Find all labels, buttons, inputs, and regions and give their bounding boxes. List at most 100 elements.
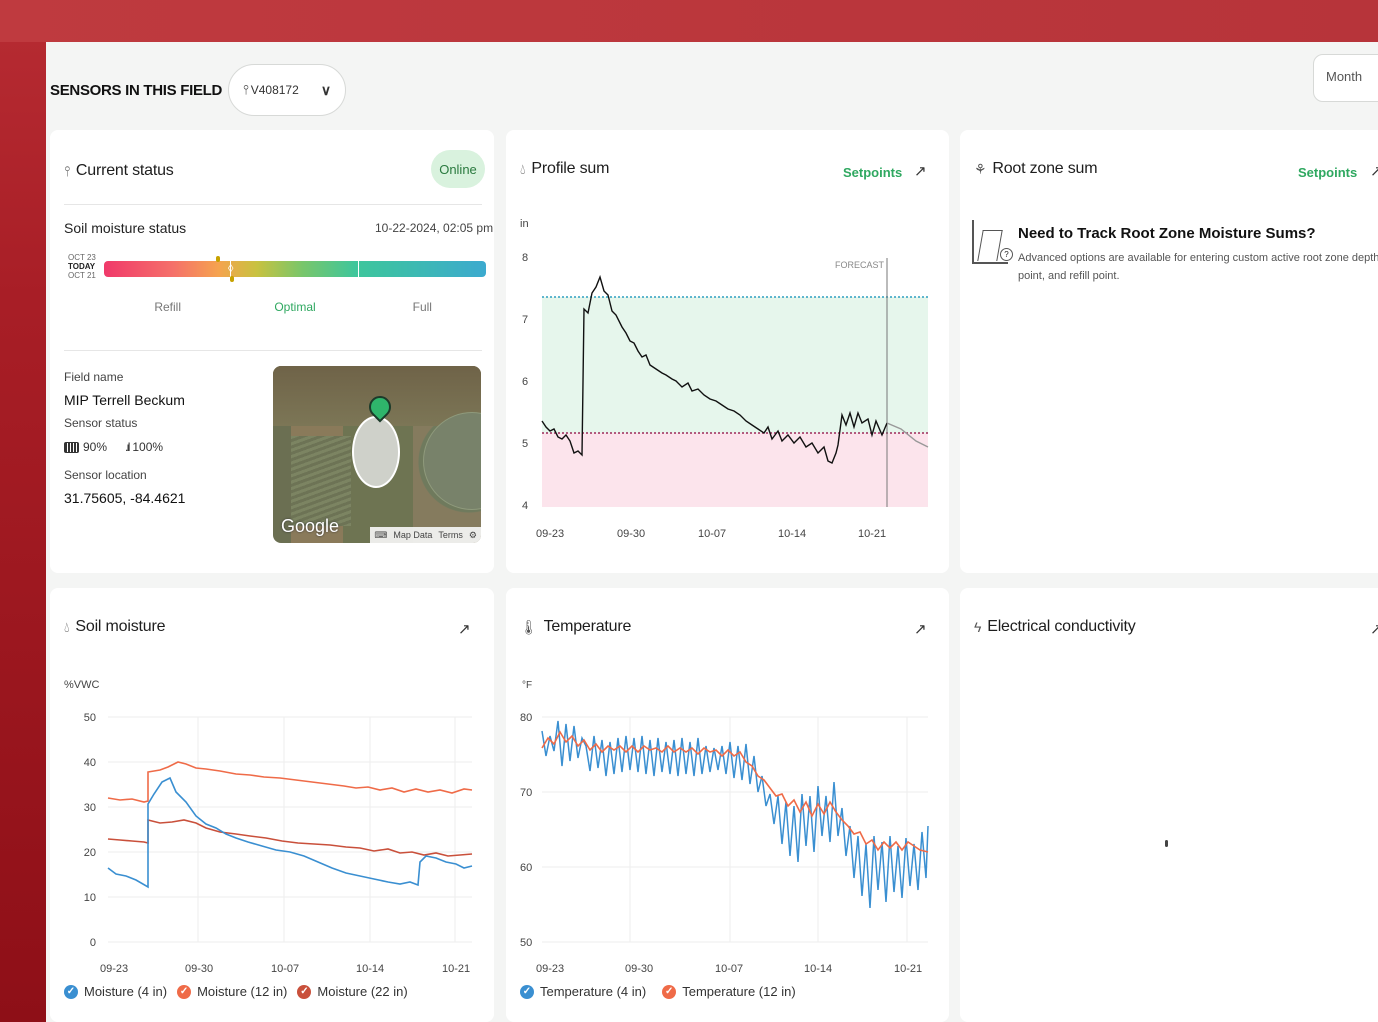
signal-icon: .ıl (125, 440, 131, 454)
external-link-icon[interactable]: ↗ (1370, 620, 1378, 638)
dashboard: SENSORS IN THIS FIELD ⫯ V408172 ∨ Month … (46, 42, 1378, 1022)
gauge-date-oct21: OCT 21 (68, 271, 96, 280)
y-tick: 70 (520, 787, 532, 799)
status-timestamp: 10-22-2024, 02:05 pm (375, 221, 494, 235)
checkbox-icon: ✓ (520, 984, 534, 999)
sensor-bar: SENSORS IN THIS FIELD ⫯ V408172 ∨ (50, 64, 347, 116)
terms-link[interactable]: Terms (438, 530, 463, 540)
legend-moisture-22in[interactable]: ✓ Moisture (22 in) (297, 984, 408, 999)
x-ticks: 09-23 09-30 10-07 10-14 10-21 (100, 963, 470, 975)
sensor-id: V408172 (250, 83, 299, 97)
external-link-icon[interactable]: ↗ (914, 620, 927, 638)
soil-moisture-card: 💧︎ Soil moisture ↗ %VWC 50 40 30 20 10 0 (50, 588, 494, 1022)
lightning-icon: ϟ (974, 619, 982, 635)
chevron-down-icon: ∨ (320, 81, 332, 98)
profile-sum-chart: in 8 7 6 5 4 FORECAST 09-23 09-30 10-07 … (520, 218, 929, 540)
x-tick: 10-14 (804, 963, 832, 975)
field-name-label: Field name (64, 370, 124, 384)
y-ticks: 50 40 30 20 10 0 (84, 712, 96, 949)
moisture-status-title: Soil moisture status (64, 220, 187, 236)
profile-setpoints-link[interactable]: Setpoints (843, 165, 902, 180)
droplet-icon: 💧︎ (64, 618, 70, 635)
refill-band (542, 433, 928, 507)
browser-top-band (0, 0, 1378, 42)
root-zone-heading: Need to Track Root Zone Moisture Sums? (1018, 225, 1316, 242)
map-data-link[interactable]: Map Data (393, 530, 432, 540)
y-tick: 20 (84, 847, 96, 859)
soil-moisture-chart: %VWC 50 40 30 20 10 0 09-23 09-30 10-07 … (64, 679, 473, 975)
legend-moisture-4in[interactable]: ✓ Moisture (4 in) (64, 984, 167, 999)
root-setpoints-link[interactable]: Setpoints (1298, 165, 1357, 180)
current-status-title: ⫯ Current status (64, 162, 174, 180)
gauge-date-today: TODAY (68, 262, 96, 271)
current-status-card: ⫯ Current status Online Soil moisture st… (50, 130, 494, 573)
checkbox-icon: ✓ (297, 984, 312, 999)
x-tick: 09-30 (185, 963, 213, 975)
battery-icon (64, 441, 79, 453)
y-tick: 6 (522, 376, 528, 388)
field-name: MIP Terrell Beckum (64, 392, 185, 408)
keyboard-icon[interactable]: ⌨ (374, 530, 387, 541)
y-tick: 10 (84, 892, 96, 904)
map-pivot (423, 412, 481, 510)
sensors-label: SENSORS IN THIS FIELD (50, 81, 223, 99)
range-label: Month (1326, 69, 1363, 84)
legend-label: Temperature (12 in) (682, 984, 796, 999)
root-zone-card: ⚘ Root zone sum Setpoints ↗ ? Need to Tr… (960, 130, 1378, 573)
x-tick: 10-07 (698, 528, 726, 540)
legend-label: Moisture (4 in) (84, 984, 168, 999)
external-link-icon[interactable]: ↗ (914, 162, 927, 180)
field-info: Field name MIP Terrell Beckum Sensor sta… (64, 370, 185, 506)
loading-spinner-icon (1165, 840, 1168, 847)
temperature-label: Temperature (543, 618, 632, 635)
gridlines (108, 716, 472, 943)
sensor-status-row: 90% .ıl 100% (64, 440, 185, 454)
legend-temperature-12in[interactable]: ✓ Temperature (12 in) (662, 984, 796, 999)
x-tick: 10-14 (356, 963, 384, 975)
zone-full: Full (412, 300, 432, 314)
range-dropdown[interactable]: Month (1313, 54, 1378, 102)
map-settings-icon[interactable]: ⚙ (469, 530, 477, 541)
y-ticks: 8 7 6 5 4 (522, 252, 528, 512)
y-tick: 60 (520, 862, 532, 874)
x-tick: 10-07 (715, 963, 743, 975)
gauge-dates: OCT 23 TODAY OCT 21 (68, 253, 96, 280)
y-tick: 50 (520, 937, 532, 949)
zone-optimal: Optimal (274, 300, 316, 314)
legend-temperature-4in[interactable]: ✓ Temperature (4 in) (520, 984, 646, 999)
root-zone-illustration-icon: ? (972, 220, 1013, 264)
ec-title: ϟ Electrical conductivity (974, 618, 1136, 636)
field-map[interactable]: Google ⌨ Map Data Terms ⚙ (273, 366, 481, 543)
unit-label: in (520, 218, 529, 230)
map-field-boundary (352, 416, 400, 488)
electrical-conductivity-card: ϟ Electrical conductivity ↗ (960, 588, 1378, 1022)
soil-moisture-title: 💧︎ Soil moisture (64, 618, 165, 636)
optimal-band (542, 297, 928, 433)
root-zone-label: Root zone sum (992, 160, 1098, 177)
sensor-dropdown[interactable]: ⫯ V408172 ∨ (228, 64, 347, 116)
gauge-marker-oct23 (216, 256, 220, 262)
external-link-icon[interactable]: ↗ (458, 620, 471, 638)
gauge-date-oct23: OCT 23 (68, 253, 96, 262)
drop-icon: ◊ (228, 263, 234, 275)
gauge-zones: Refill Optimal Full (104, 300, 486, 314)
legend-moisture-12in[interactable]: ✓ Moisture (12 in) (177, 984, 287, 999)
y-tick: 8 (522, 252, 528, 264)
external-link-icon[interactable]: ↗ (1370, 162, 1378, 180)
zone-refill: Refill (154, 300, 181, 314)
temperature-title: 🌡︎ Temperature (520, 618, 631, 636)
x-tick: 10-21 (858, 528, 886, 540)
temperature-chart: °F 80 70 60 50 09-23 09-30 10-07 10-14 1… (520, 680, 929, 975)
legend-label: Temperature (4 in) (540, 984, 647, 999)
soil-moisture-label: Soil moisture (75, 618, 166, 635)
y-tick: 0 (90, 937, 96, 949)
unit-label: °F (522, 680, 532, 691)
x-tick: 10-21 (442, 963, 470, 975)
temperature-legend: ✓ Temperature (4 in) ✓ Temperature (12 in) (520, 984, 796, 999)
temperature-card: 🌡︎ Temperature ↗ °F 80 70 60 50 09-23 09 (506, 588, 949, 1022)
y-tick: 80 (520, 712, 532, 724)
profile-sum-title: 💧︎ Profile sum (520, 160, 609, 178)
x-tick: 10-07 (271, 963, 299, 975)
x-tick: 09-23 (536, 963, 564, 975)
x-tick: 09-23 (536, 528, 564, 540)
